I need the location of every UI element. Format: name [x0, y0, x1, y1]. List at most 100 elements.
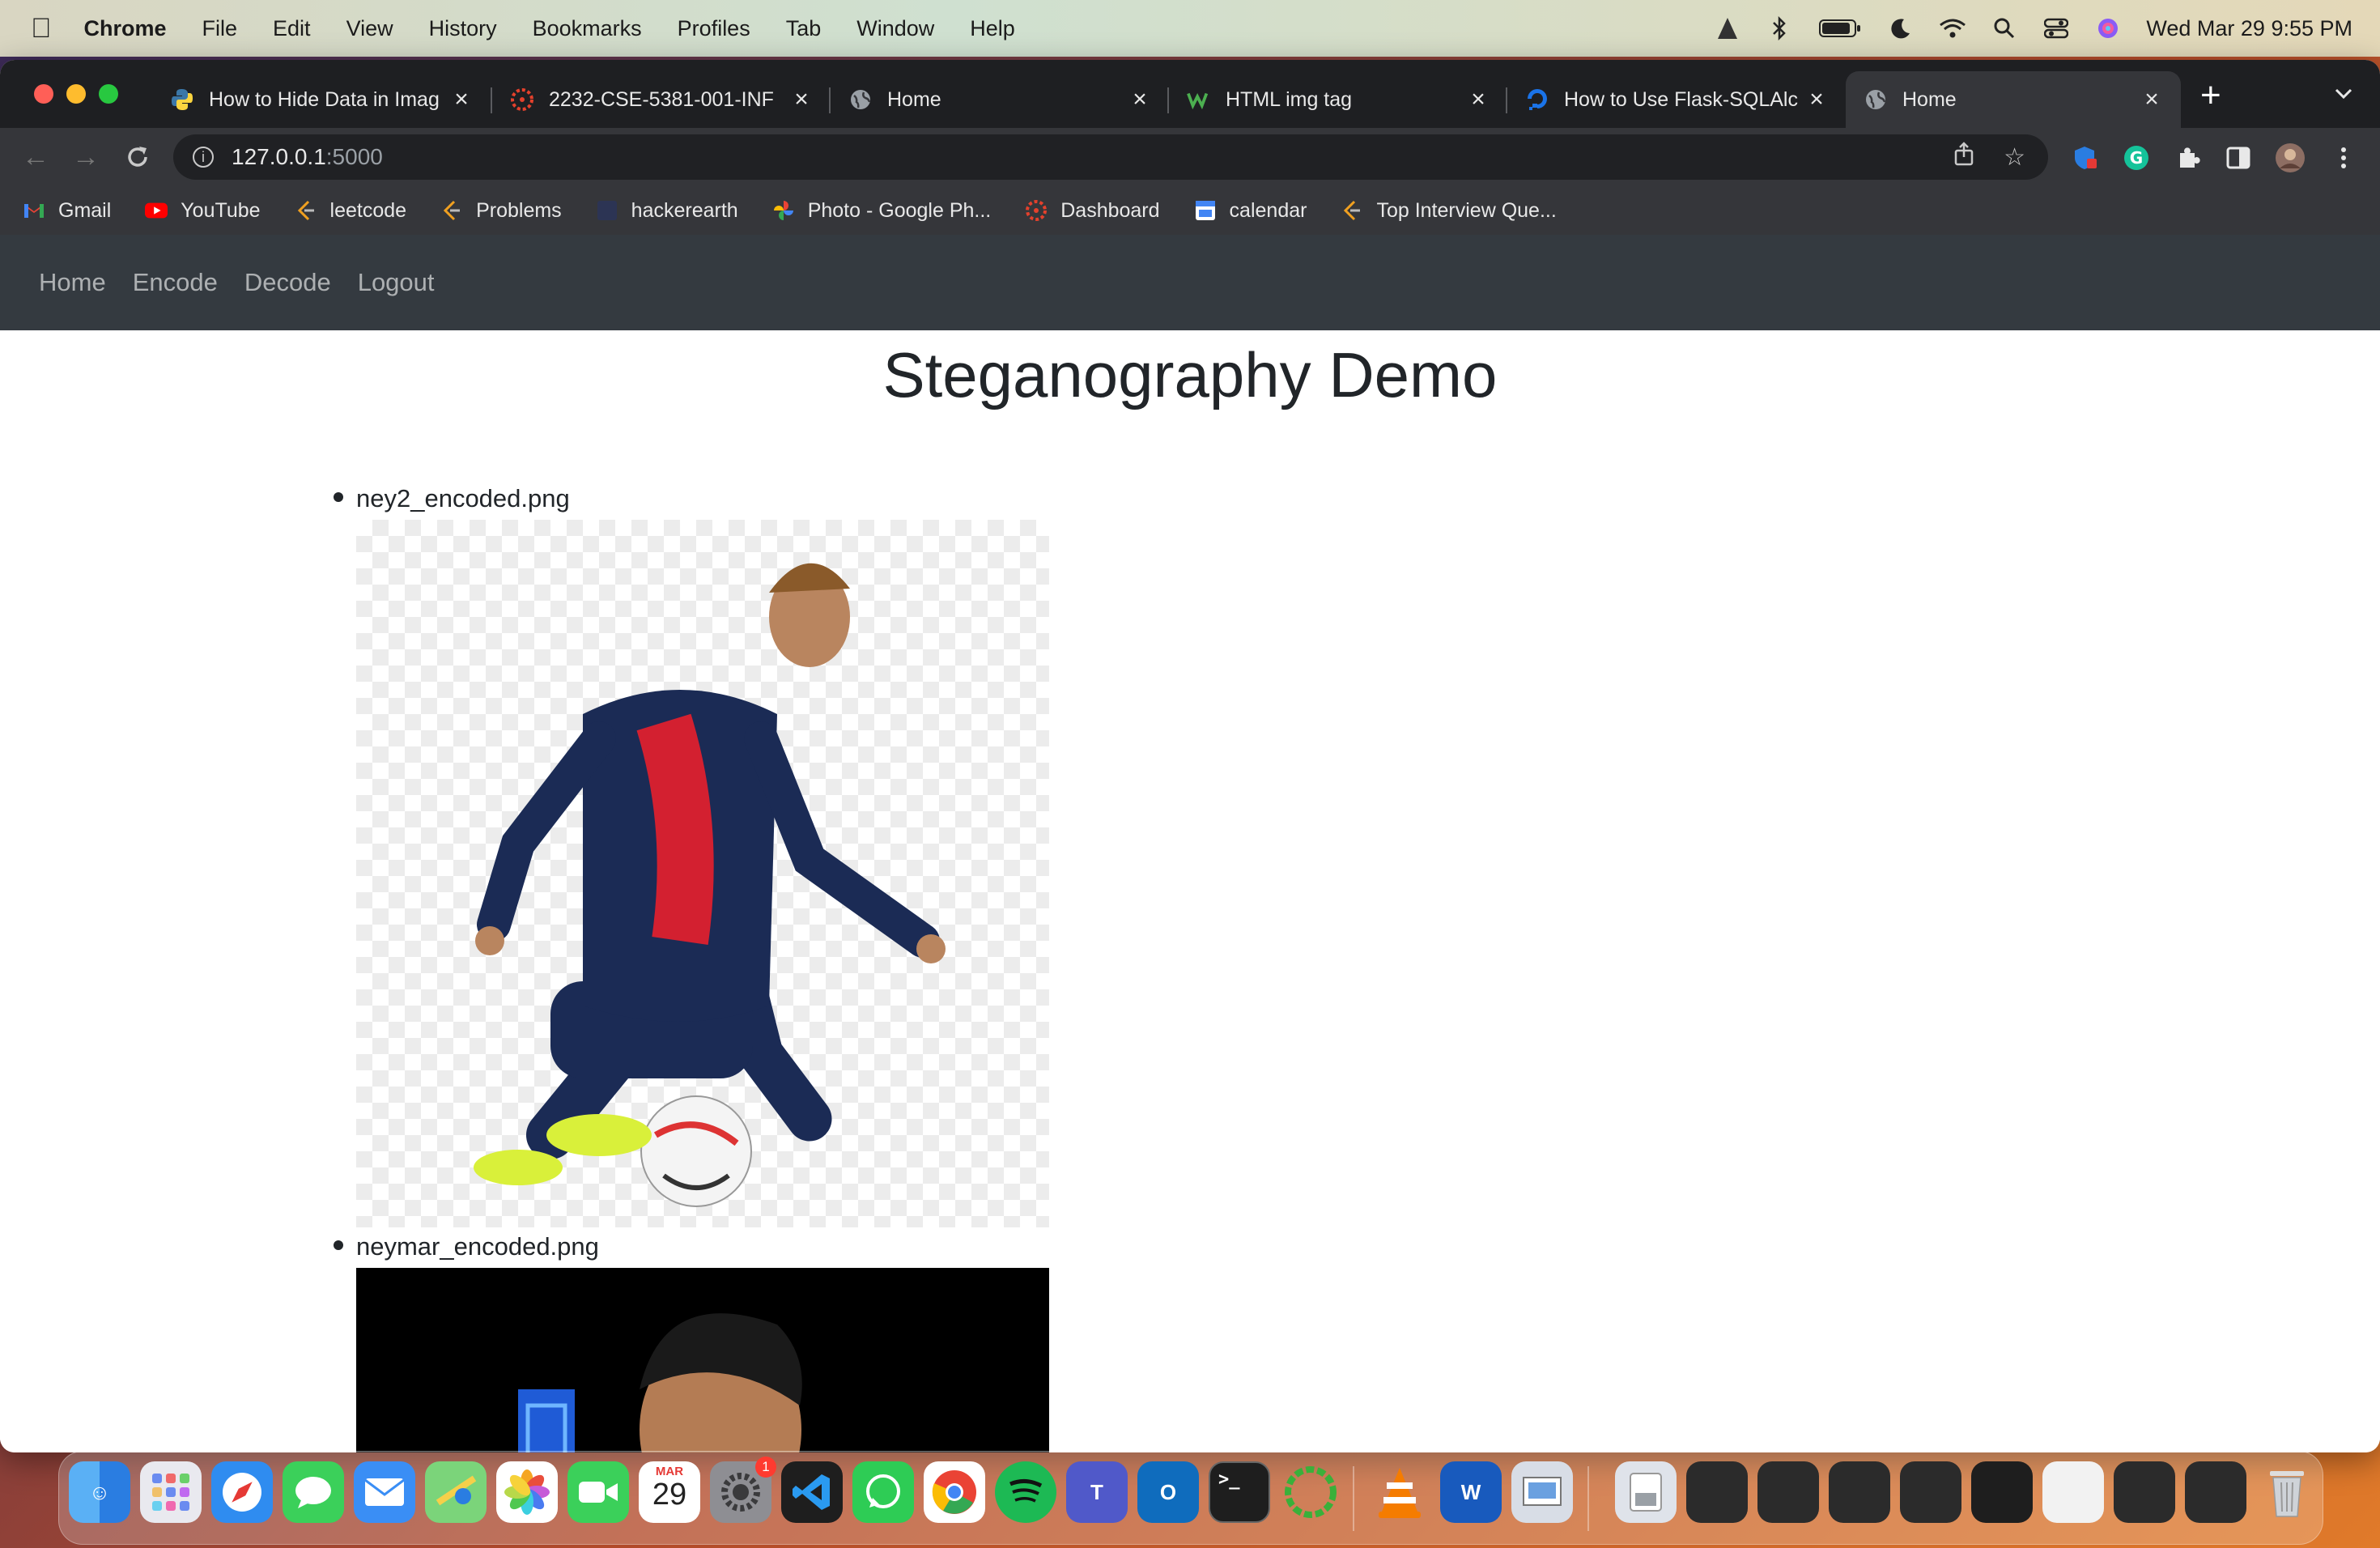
focus-moon-icon[interactable] — [1887, 15, 1915, 42]
tab-cse-5381[interactable]: 2232-CSE-5381-001-INF × — [492, 71, 831, 128]
menu-app-name[interactable]: Chrome — [84, 16, 167, 41]
window-thumbnail[interactable] — [1829, 1461, 1890, 1523]
window-thumbnail[interactable] — [1757, 1461, 1819, 1523]
vlc-status-icon[interactable] — [1714, 15, 1741, 42]
bookmark-gmail[interactable]: Gmail — [23, 199, 111, 223]
outlook-icon[interactable]: O — [1137, 1461, 1199, 1523]
nav-encode-link[interactable]: Encode — [133, 268, 218, 297]
bluetooth-icon[interactable] — [1766, 15, 1793, 42]
apple-logo-icon[interactable]:  — [31, 13, 52, 45]
trash-icon[interactable] — [2256, 1461, 2318, 1523]
spotlight-search-icon[interactable] — [1991, 15, 2018, 42]
tab-search-chevron-down-icon[interactable] — [2331, 81, 2356, 105]
bookmark-label: leetcode — [329, 198, 407, 222]
facetime-icon[interactable] — [567, 1461, 629, 1523]
window-thumbnail[interactable] — [2042, 1461, 2104, 1523]
grammarly-icon[interactable]: G — [2121, 142, 2152, 173]
bookmark-youtube[interactable]: YouTube — [145, 199, 261, 223]
maps-icon[interactable] — [425, 1461, 487, 1523]
tab-title: Home — [1902, 87, 1957, 111]
menu-edit[interactable]: Edit — [273, 16, 311, 41]
close-tab-icon[interactable]: × — [1467, 86, 1490, 113]
bookmark-calendar[interactable]: calendar — [1194, 199, 1307, 223]
finder-icon[interactable]: ☺ — [69, 1461, 130, 1523]
teams-icon[interactable]: T — [1066, 1461, 1128, 1523]
side-panel-icon[interactable] — [2223, 142, 2254, 173]
chrome-icon[interactable] — [924, 1461, 985, 1523]
profile-avatar[interactable] — [2275, 142, 2306, 173]
reload-icon[interactable] — [121, 141, 154, 173]
back-arrow-icon[interactable]: ← — [19, 141, 52, 173]
close-tab-icon[interactable]: × — [1805, 86, 1828, 113]
menu-history[interactable]: History — [429, 16, 497, 41]
menu-bookmarks[interactable]: Bookmarks — [533, 16, 642, 41]
tab-home[interactable]: Home × — [831, 71, 1169, 128]
tab-hide-data[interactable]: How to Hide Data in Imag × — [152, 71, 491, 128]
mail-icon[interactable] — [354, 1461, 415, 1523]
forward-arrow-icon[interactable]: → — [70, 141, 102, 173]
zoom-window-button[interactable] — [99, 84, 118, 104]
tab-flask-sqlalchemy[interactable]: How to Use Flask-SQLAlc × — [1507, 71, 1846, 128]
control-center-icon[interactable] — [2042, 15, 2070, 42]
canvas-icon — [1025, 199, 1048, 222]
menu-help[interactable]: Help — [970, 16, 1015, 41]
bookmark-hackerearth[interactable]: hackerearth — [596, 199, 738, 223]
nav-decode-link[interactable]: Decode — [244, 268, 331, 297]
privacy-extension-icon[interactable] — [2069, 142, 2100, 173]
launchpad-icon[interactable] — [140, 1461, 202, 1523]
preview-icon[interactable] — [1511, 1461, 1573, 1523]
site-navbar: Home Encode Decode Logout — [0, 235, 2380, 330]
chrome-menu-kebab-icon[interactable] — [2328, 142, 2359, 173]
vlc-icon[interactable] — [1369, 1461, 1430, 1523]
word-icon[interactable]: W — [1440, 1461, 1502, 1523]
photos-icon[interactable] — [496, 1461, 558, 1523]
close-window-button[interactable] — [34, 84, 53, 104]
spotify-icon[interactable] — [995, 1461, 1056, 1523]
close-tab-icon[interactable]: × — [1128, 86, 1151, 113]
close-tab-icon[interactable]: × — [790, 86, 813, 113]
whatsapp-icon[interactable] — [852, 1461, 914, 1523]
tab-home-active[interactable]: Home × — [1846, 71, 2181, 128]
address-bar[interactable]: i 127.0.0.1:5000 ☆ — [173, 134, 2048, 180]
window-thumbnail[interactable] — [1686, 1461, 1748, 1523]
nav-logout-link[interactable]: Logout — [358, 268, 435, 297]
list-item: ney2_encoded.png — [334, 484, 1085, 1227]
downloads-stack-icon[interactable] — [1615, 1461, 1677, 1523]
close-tab-icon[interactable]: × — [450, 86, 473, 113]
vscode-icon[interactable] — [781, 1461, 843, 1523]
site-info-icon[interactable]: i — [193, 147, 214, 168]
menu-file[interactable]: File — [202, 16, 238, 41]
bookmark-problems[interactable]: Problems — [440, 199, 562, 223]
window-thumbnail[interactable] — [1971, 1461, 2033, 1523]
share-icon[interactable] — [1953, 142, 1974, 172]
extensions-puzzle-icon[interactable] — [2173, 142, 2204, 173]
menu-bar-clock[interactable]: Wed Mar 29 9:55 PM — [2146, 16, 2352, 41]
battery-icon[interactable] — [1817, 15, 1863, 42]
safari-icon[interactable] — [211, 1461, 273, 1523]
menu-tab[interactable]: Tab — [786, 16, 822, 41]
window-thumbnail[interactable] — [2185, 1461, 2246, 1523]
python-icon — [170, 87, 194, 112]
calendar-app-icon[interactable]: MAR 29 — [639, 1461, 700, 1523]
new-tab-plus-icon[interactable]: + — [2200, 78, 2221, 113]
close-tab-icon[interactable]: × — [2140, 86, 2163, 113]
bookmark-dashboard[interactable]: Dashboard — [1025, 199, 1160, 223]
bookmark-google-photos[interactable]: Photo - Google Ph... — [772, 199, 991, 223]
bookmark-star-icon[interactable]: ☆ — [2004, 143, 2025, 172]
menu-view[interactable]: View — [346, 16, 393, 41]
messages-icon[interactable] — [283, 1461, 344, 1523]
tab-html-img-tag[interactable]: HTML img tag × — [1169, 71, 1507, 128]
window-thumbnail[interactable] — [1900, 1461, 1961, 1523]
bookmark-leetcode[interactable]: leetcode — [295, 198, 407, 223]
window-thumbnail[interactable] — [2114, 1461, 2175, 1523]
bookmark-top-interview[interactable]: Top Interview Que... — [1341, 199, 1557, 223]
wifi-icon[interactable] — [1939, 15, 1966, 42]
activity-ring-icon[interactable] — [1280, 1461, 1341, 1523]
system-settings-icon[interactable]: 1 — [710, 1457, 776, 1523]
terminal-icon[interactable]: >_ — [1209, 1461, 1270, 1523]
siri-icon[interactable] — [2094, 15, 2122, 42]
menu-window[interactable]: Window — [856, 16, 934, 41]
menu-profiles[interactable]: Profiles — [678, 16, 750, 41]
minimize-window-button[interactable] — [66, 84, 86, 104]
nav-home-link[interactable]: Home — [39, 268, 106, 297]
